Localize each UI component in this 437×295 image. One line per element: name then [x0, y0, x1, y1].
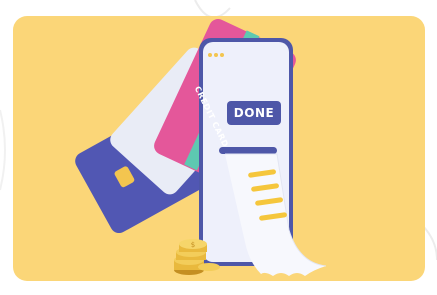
- illustration-card: $ CREDIT CARD DONE: [13, 16, 425, 281]
- svg-text:$: $: [191, 241, 195, 249]
- done-badge: DONE: [227, 101, 281, 125]
